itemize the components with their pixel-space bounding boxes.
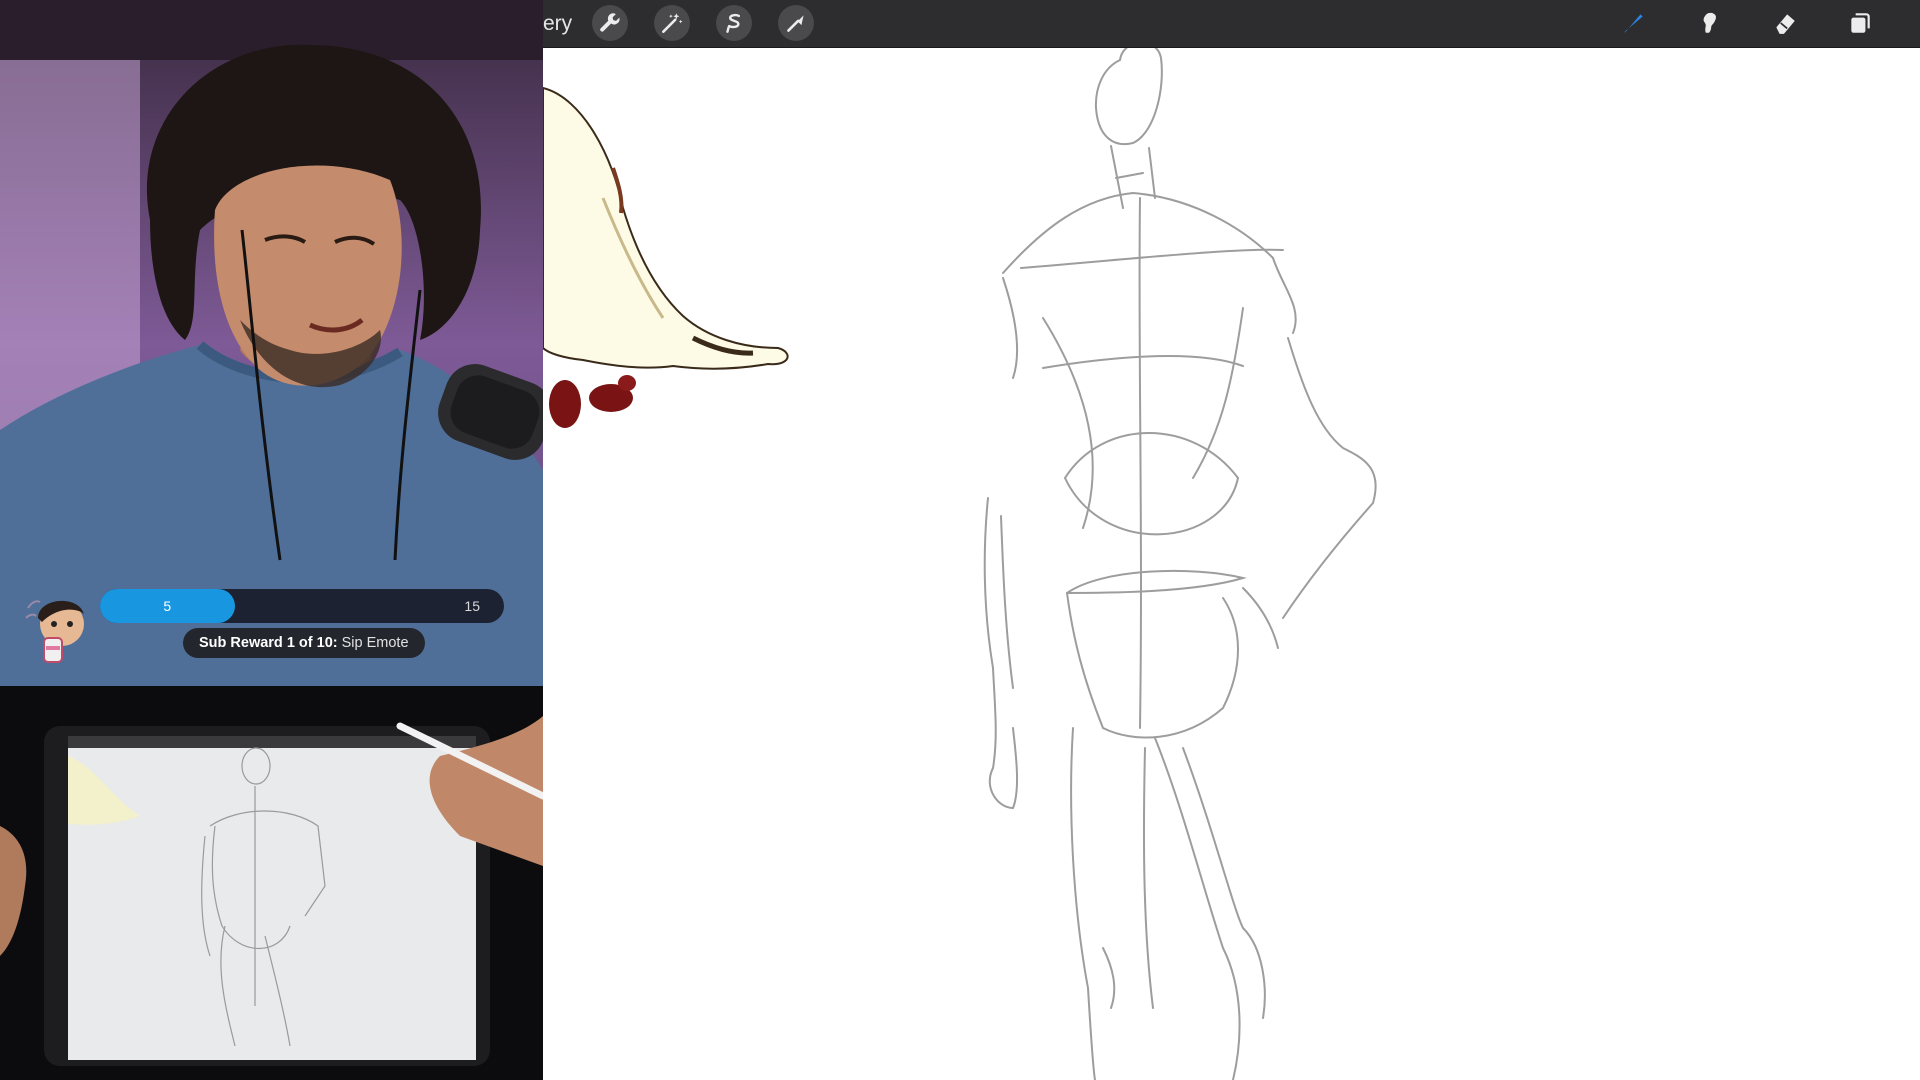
sub-reward-label: Sub Reward 1 of 10: Sip Emote <box>183 628 425 658</box>
smudge-icon[interactable] <box>1691 5 1727 41</box>
drawing-canvas[interactable] <box>543 48 1920 1080</box>
layers-icon[interactable] <box>1842 5 1878 41</box>
wrench-icon[interactable] <box>592 5 628 41</box>
stream-overlay-panel: 5 15 Sub Reward 1 of 10: Sip Emote <box>0 0 543 1080</box>
tablet-camera-feed <box>0 686 543 1080</box>
eraser-icon[interactable] <box>1767 5 1803 41</box>
sub-goal-target-count: 15 <box>464 598 480 614</box>
sip-emote-icon <box>25 600 84 663</box>
sub-goal-current-count: 5 <box>163 598 172 614</box>
webcam-feed <box>0 0 543 686</box>
reference-image <box>543 86 789 428</box>
selection-icon[interactable] <box>716 5 752 41</box>
brush-icon[interactable] <box>1616 5 1652 41</box>
figure-sketch <box>983 48 1377 1080</box>
sub-reward-prefix: Sub Reward 1 of 10: <box>199 635 338 651</box>
sub-reward-name: Sip Emote <box>341 635 409 651</box>
procreate-top-toolbar: ery <box>543 0 1920 48</box>
sub-goal-progress-fill: 5 <box>100 589 235 623</box>
sub-goal-progress-bar: 5 15 <box>100 589 504 623</box>
transform-arrow-icon[interactable] <box>778 5 814 41</box>
magic-wand-icon[interactable] <box>654 5 690 41</box>
procreate-canvas-area: ery <box>543 0 1920 1080</box>
gallery-button[interactable]: ery <box>543 12 572 36</box>
